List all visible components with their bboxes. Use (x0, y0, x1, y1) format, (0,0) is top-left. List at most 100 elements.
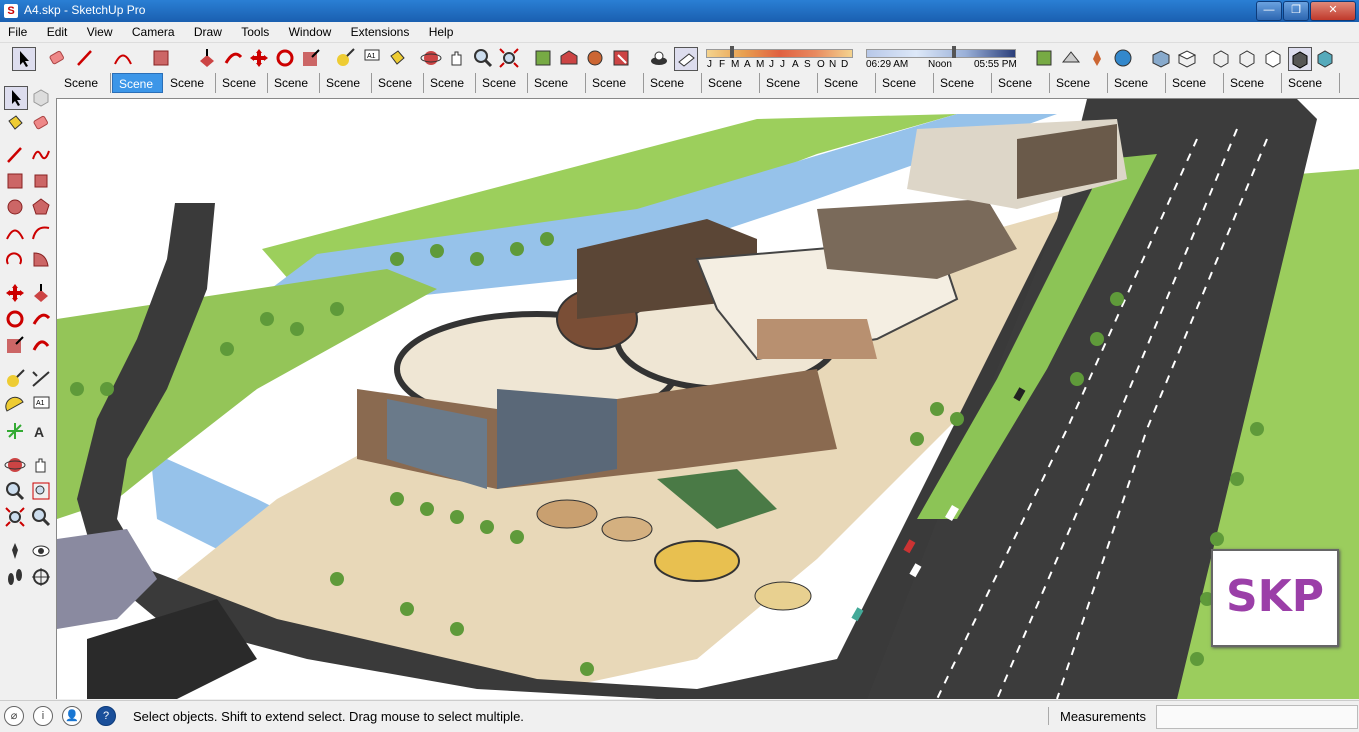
time-slider-thumb[interactable] (952, 46, 956, 58)
pie-icon[interactable] (30, 248, 52, 270)
two-point-arc-icon[interactable] (30, 222, 52, 244)
paint-bucket-icon[interactable] (4, 112, 26, 134)
freehand-icon[interactable] (30, 144, 52, 166)
credits-info-icon[interactable]: i (33, 706, 53, 726)
select-tool-icon[interactable] (12, 47, 36, 71)
scene-tab[interactable]: Scene 17 (934, 73, 992, 110)
photo-textures-icon[interactable] (1086, 47, 1108, 69)
iso-view-icon[interactable] (1150, 47, 1172, 69)
scene-tab[interactable]: Scene 3 (164, 73, 216, 110)
orbit-icon[interactable] (420, 47, 442, 69)
hidden-line-style-icon[interactable] (1262, 47, 1284, 69)
layout-icon[interactable] (610, 47, 632, 69)
geo-location-status-icon[interactable]: ⌀ (4, 706, 24, 726)
menu-file[interactable]: File (0, 22, 35, 39)
model-viewport[interactable] (56, 98, 1359, 699)
date-slider-thumb[interactable] (730, 46, 734, 58)
scene-tab[interactable]: Scene 11 (586, 73, 644, 110)
circle-icon[interactable] (4, 196, 26, 218)
scene-tab[interactable]: Scene 13 (702, 73, 760, 110)
previous-view-icon[interactable] (30, 506, 52, 528)
scene-tab[interactable]: Scene 12 (644, 73, 702, 110)
walk-icon[interactable] (4, 566, 26, 588)
line-icon[interactable] (4, 144, 26, 166)
shaded-style-icon[interactable] (1288, 47, 1312, 71)
arc-icon[interactable] (4, 222, 26, 244)
offset-icon[interactable] (30, 334, 52, 356)
scene-tab[interactable]: Scene 4 (216, 73, 268, 110)
scene-tab[interactable]: Scene 20 (1108, 73, 1166, 110)
scene-tab[interactable]: Scene 19 (1050, 73, 1108, 110)
pan-icon[interactable] (446, 47, 468, 69)
position-camera-icon[interactable] (4, 540, 26, 562)
text-icon[interactable]: A1 (30, 394, 52, 416)
xray-style-icon[interactable] (1210, 47, 1232, 69)
tape-measure-icon[interactable] (334, 47, 356, 69)
scene-tab[interactable]: Scene 8 (424, 73, 476, 110)
scene-tab[interactable]: Scene 22 (1224, 73, 1282, 110)
scene-tab[interactable]: Scene 15 (818, 73, 876, 110)
section-plane-icon[interactable] (30, 566, 52, 588)
textured-style-icon[interactable] (1314, 47, 1336, 69)
rectangle-icon[interactable] (4, 170, 26, 192)
polygon-icon[interactable] (30, 196, 52, 218)
shadow-date-slider[interactable]: J F M A M J J A S O N D (704, 45, 854, 71)
push-pull-icon[interactable] (196, 47, 218, 69)
follow-me-icon[interactable] (222, 47, 244, 69)
rotate-icon[interactable] (4, 308, 26, 330)
restore-button[interactable]: ❐ (1283, 1, 1309, 21)
eraser-icon[interactable] (46, 47, 68, 69)
menu-window[interactable]: Window (281, 22, 340, 39)
wireframe-style-icon[interactable] (1236, 47, 1258, 69)
rectangle-tool-icon[interactable] (150, 47, 172, 69)
scale-icon[interactable] (4, 334, 26, 356)
rotated-rectangle-icon[interactable] (30, 170, 52, 192)
help-icon[interactable]: ? (96, 706, 116, 726)
arc-tool-icon[interactable] (112, 47, 134, 69)
make-component-icon[interactable] (30, 86, 52, 108)
scene-tab[interactable]: Scene 21 (1166, 73, 1224, 110)
pan-icon[interactable] (30, 454, 52, 476)
measurements-input[interactable] (1156, 705, 1358, 729)
scene-tab[interactable]: Scene 23 (1282, 73, 1340, 110)
scene-tab[interactable]: Scene 7 (372, 73, 424, 110)
menu-camera[interactable]: Camera (124, 22, 183, 39)
scene-tab[interactable]: Scene 18 (992, 73, 1050, 110)
add-location-icon[interactable] (1034, 47, 1056, 69)
scene-tab[interactable]: Scene 6 (320, 73, 372, 110)
fog-toggle-icon[interactable] (674, 47, 698, 71)
menu-extensions[interactable]: Extensions (343, 22, 418, 39)
scene-tab[interactable]: Scene 10 (528, 73, 586, 110)
menu-tools[interactable]: Tools (233, 22, 277, 39)
3d-text-icon[interactable]: A (30, 420, 52, 442)
zoom-window-icon[interactable] (30, 480, 52, 502)
user-account-icon[interactable]: 👤 (62, 706, 82, 726)
scene-tab[interactable]: Scene 5 (268, 73, 320, 110)
scale-icon[interactable] (300, 47, 322, 69)
shadows-toggle-icon[interactable] (648, 47, 670, 69)
scene-tab[interactable]: Scene 1 (58, 73, 111, 110)
line-tool-icon[interactable] (74, 47, 96, 69)
three-point-arc-icon[interactable] (4, 248, 26, 270)
select-icon[interactable] (4, 86, 28, 110)
tape-measure-icon[interactable] (4, 368, 26, 390)
geo-location-icon[interactable] (1112, 47, 1134, 69)
top-view-icon[interactable] (1176, 47, 1198, 69)
shadow-time-slider[interactable]: 06:29 AM Noon 05:55 PM (864, 45, 1018, 71)
zoom-icon[interactable] (472, 47, 494, 69)
scene-tab[interactable]: Scene 9 (476, 73, 528, 110)
eraser-icon[interactable] (30, 112, 52, 134)
close-button[interactable]: ✕ (1310, 1, 1356, 21)
menu-draw[interactable]: Draw (186, 22, 230, 39)
scene-tab[interactable]: Scene 16 (876, 73, 934, 110)
orbit-icon[interactable] (4, 454, 26, 476)
components-icon[interactable] (532, 47, 554, 69)
zoom-extents-icon[interactable] (498, 47, 520, 69)
extension-warehouse-icon[interactable] (584, 47, 606, 69)
move-icon[interactable] (248, 47, 270, 69)
follow-me-icon[interactable] (30, 308, 52, 330)
protractor-icon[interactable] (4, 394, 26, 416)
dimension-icon[interactable] (30, 368, 52, 390)
text-tool-icon[interactable]: A1 (360, 47, 382, 69)
menu-help[interactable]: Help (421, 22, 462, 39)
